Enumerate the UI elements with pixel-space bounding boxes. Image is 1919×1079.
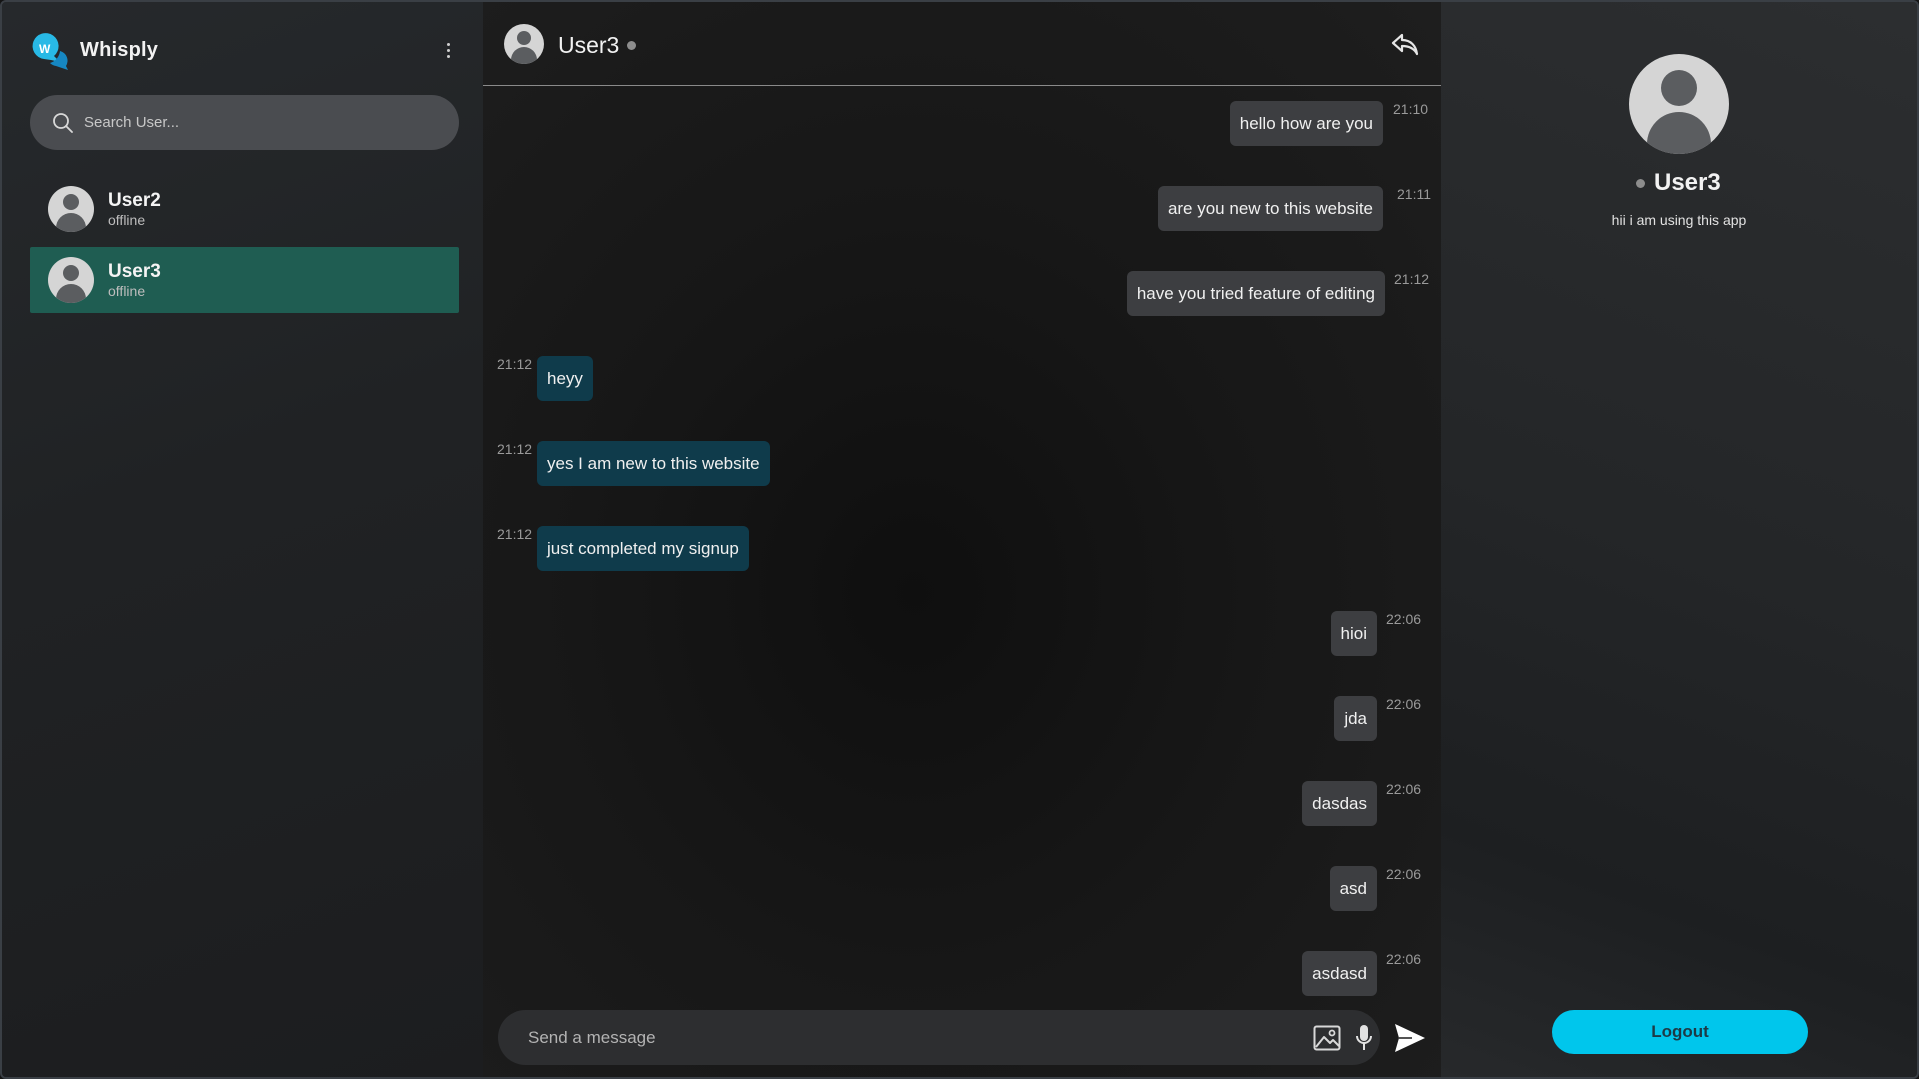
presence-dot xyxy=(1636,179,1645,188)
contact-status: offline xyxy=(108,283,146,299)
message-bubble[interactable]: dasdas xyxy=(1302,781,1377,826)
avatar[interactable] xyxy=(504,24,544,64)
profile-bio: hii i am using this app xyxy=(1611,212,1747,228)
contact-name: User3 xyxy=(108,261,161,282)
logo-letter: W xyxy=(39,42,51,56)
app-name: Whisply xyxy=(80,38,159,61)
contact-status: offline xyxy=(108,212,146,228)
message-bubble[interactable]: jda xyxy=(1334,696,1377,741)
message-time: 21:12 xyxy=(1394,271,1430,287)
message-time: 22:06 xyxy=(1386,951,1422,967)
contact-item-user2[interactable]: User2 offline xyxy=(30,176,459,242)
avatar xyxy=(48,186,94,232)
message-bubble[interactable]: hello how are you xyxy=(1229,101,1383,146)
search-icon xyxy=(53,112,73,133)
message-bubble[interactable]: yes I am new to this website xyxy=(537,441,770,486)
presence-dot xyxy=(627,41,636,50)
microphone-icon[interactable] xyxy=(1355,1024,1373,1052)
search-bar[interactable] xyxy=(30,95,459,150)
chat-header: User3 xyxy=(483,2,1441,86)
search-input[interactable] xyxy=(84,114,424,131)
message-time: 22:06 xyxy=(1386,866,1422,882)
message-composer xyxy=(498,1010,1380,1065)
send-icon[interactable] xyxy=(1394,1023,1426,1053)
app-window: W Whisply User2 offline xyxy=(0,0,1919,1079)
brand: W Whisply xyxy=(30,32,159,70)
message-time: 21:12 xyxy=(497,441,533,457)
message-bubble[interactable]: just completed my signup xyxy=(537,526,749,571)
logout-button[interactable]: Logout xyxy=(1552,1010,1808,1054)
chat-partner-name: User3 xyxy=(558,32,620,58)
profile-panel: User3 hii i am using this app Logout xyxy=(1441,2,1917,1077)
message-time: 21:12 xyxy=(497,526,533,542)
profile-avatar xyxy=(1629,54,1729,154)
message-time: 22:06 xyxy=(1386,781,1422,797)
avatar xyxy=(48,257,94,303)
reply-back-icon[interactable] xyxy=(1391,32,1419,58)
profile-name: User3 xyxy=(1654,169,1721,196)
kebab-menu-icon[interactable] xyxy=(438,38,458,62)
message-bubble[interactable]: asd xyxy=(1329,866,1377,911)
message-bubble[interactable]: heyy xyxy=(537,356,593,401)
message-time: 22:06 xyxy=(1386,611,1422,627)
message-bubble[interactable]: have you tried feature of editing xyxy=(1126,271,1385,316)
message-time: 21:12 xyxy=(497,356,533,372)
contact-name: User2 xyxy=(108,190,161,211)
image-icon[interactable] xyxy=(1313,1025,1341,1051)
message-input[interactable] xyxy=(528,1027,1288,1048)
message-bubble[interactable]: asdasd xyxy=(1302,951,1377,996)
whisply-logo-icon: W xyxy=(30,32,70,70)
chat-panel: User3 hello how are you 21:10 are you ne… xyxy=(483,2,1441,1077)
contact-item-user3[interactable]: User3 offline xyxy=(30,247,459,313)
message-bubble[interactable]: are you new to this website xyxy=(1157,186,1383,231)
sidebar: W Whisply User2 offline xyxy=(2,2,483,1077)
message-time: 21:11 xyxy=(1397,186,1431,202)
message-bubble[interactable]: hioi xyxy=(1330,611,1377,656)
message-time: 22:06 xyxy=(1386,696,1422,712)
contact-list: User2 offline User3 offline xyxy=(30,176,459,318)
message-time: 21:10 xyxy=(1393,101,1429,117)
